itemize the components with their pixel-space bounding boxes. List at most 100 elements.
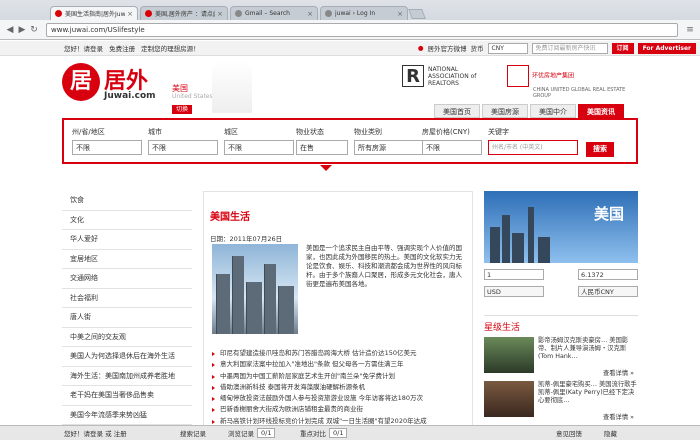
browse-history-label[interactable]: 浏览记录 <box>228 428 254 438</box>
tab-title: 美国,居外房产 ：请点此分 <box>155 11 215 18</box>
weibo-icon: ● <box>417 44 424 52</box>
weibo-link[interactable]: 居外官方微博 <box>428 43 467 53</box>
sidebar-item[interactable]: 美国今年流感季来势凶猛 <box>62 406 192 425</box>
sidebar-item[interactable]: 文化 <box>62 211 192 230</box>
subscribe-input[interactable]: 免费订阅最新房产快讯 <box>531 42 608 54</box>
from-currency-select[interactable]: USD <box>484 286 544 297</box>
juwai-logo[interactable]: 居 <box>62 63 100 101</box>
collapse-arrow-icon[interactable] <box>320 165 332 171</box>
tab-juwai-login[interactable]: juwai › Log In × <box>320 6 408 20</box>
close-icon[interactable]: × <box>397 10 403 18</box>
site-header: 居 居外 Juwai.com 美国 United States 切换 R NATI… <box>62 57 638 118</box>
city-skyline-image <box>212 244 298 334</box>
sidebar-item[interactable]: 饮食 <box>62 191 192 211</box>
article-body: 美国是一个追求民主自由平等、强调实现个人价值的国家，也因此成为外国移民的热土。美… <box>306 244 462 288</box>
realtor-logo: R NATIONAL ASSOCIATION of REALTORS <box>402 65 488 87</box>
price-select[interactable]: 不限 <box>422 140 482 155</box>
sidebar-item[interactable]: 交通网络 <box>62 269 192 289</box>
to-currency-select[interactable]: 人民币CNY <box>578 286 638 297</box>
sidebar-item[interactable]: 唐人街 <box>62 308 192 328</box>
sidebar-item[interactable]: 宜居地区 <box>62 250 192 269</box>
celebrity-item[interactable]: 影帝汤姆汉克斯卖豪房… 美国影帝、制片人兼导演汤姆・汉克斯(Tom Hank… … <box>484 337 638 377</box>
keyword-field: 关键字 州名/市名 (中英文) <box>488 127 578 155</box>
celebrity-item[interactable]: 凯蒂-佩里豪宅购买… 美国流行歌手凯蒂-佩里(Katy Perry)已经下定决心… <box>484 381 638 421</box>
subscribe-button[interactable]: 订阅 <box>611 42 634 54</box>
search-button[interactable]: 搜索 <box>586 142 614 157</box>
property-search-panel: 州/省/地区 不限 城市 不限 城区 不限 物业状态 在售 物业类别 所有房源 房屋价格(… <box>62 118 638 164</box>
reload-icon[interactable]: ↻ <box>28 25 40 35</box>
close-icon[interactable]: × <box>217 10 223 18</box>
currency-select-row: USD 人民币CNY <box>484 286 638 297</box>
nav-us-listings[interactable]: 美国房源 <box>482 104 528 118</box>
right-column: 美国 1 6.1372 USD 人民币CNY 星级生活 影帝汤姆汉克斯卖豪房… … <box>484 191 638 421</box>
news-link[interactable]: 印尼有望建造接爪哇岛和苏门答腊岛跨海大桥 估计造价达150亿美元 <box>212 348 468 359</box>
tab-title: juwai › Log In <box>335 10 376 17</box>
type-select[interactable]: 所有房源 <box>354 140 424 155</box>
browse-count: 0/1 <box>257 428 276 438</box>
news-link[interactable]: 巴新香榭丽舍大街成为欧洲店铺租金最贵的商业街 <box>212 404 468 415</box>
tab-gmail[interactable]: Gmail – Search × <box>230 6 318 20</box>
close-icon[interactable]: × <box>307 10 313 18</box>
currency-select[interactable]: CNY <box>487 42 528 54</box>
back-arrow-icon[interactable]: ◀ <box>4 25 16 35</box>
address-bar: ◀ ▶ ↻ www.juwai.com/USlifestyle ≡ <box>0 20 700 40</box>
url-input[interactable]: www.juwai.com/USlifestyle <box>46 22 678 37</box>
sidebar-item[interactable]: 华人爱好 <box>62 230 192 250</box>
sidebar-item[interactable]: 社会福利 <box>62 289 192 308</box>
city-select[interactable]: 不限 <box>148 140 218 155</box>
nav-us-agents[interactable]: 美国中介 <box>530 104 576 118</box>
switch-region-button[interactable]: 切换 <box>172 105 193 114</box>
sidebar-item[interactable]: 老干妈在美国当奢侈品售卖 <box>62 386 192 406</box>
district-select[interactable]: 不限 <box>224 140 294 155</box>
brand-sub: Juwai.com <box>104 91 156 101</box>
sidebar-item[interactable]: 中美之间的交友观 <box>62 328 192 347</box>
news-link[interactable]: 缅甸停放投资法鼓励外国人参与投资旅游业设施 今年访客将达180万次 <box>212 393 468 404</box>
nav-us-home[interactable]: 美国首页 <box>434 104 480 118</box>
sidebar-item[interactable]: 海外生活：美国南加州成养老胜地 <box>62 367 192 386</box>
tab-title: 美国生活指南|居外Juwai.co <box>65 11 126 18</box>
status-field: 物业状态 在售 <box>296 127 348 155</box>
rate-output: 6.1372 <box>578 269 638 280</box>
login-link[interactable]: 您好！请登录 <box>64 45 103 53</box>
state-select[interactable]: 不限 <box>72 140 142 155</box>
currency-converter: 1 6.1372 <box>484 269 638 280</box>
close-icon[interactable]: × <box>127 10 133 18</box>
forward-arrow-icon[interactable]: ▶ <box>16 25 28 35</box>
article-title: 美国生活 <box>210 212 250 223</box>
news-link[interactable]: 意大利国家法案中拉加入"准地出"条款 但父母各一方需住满三年 <box>212 359 468 370</box>
celebrity-house-image <box>484 381 534 417</box>
juwai-favicon-icon <box>145 10 152 17</box>
news-list: 印尼有望建造接爪哇岛和苏门答腊岛跨海大桥 估计造价达150亿美元 意大利国家法案… <box>212 348 468 427</box>
search-history-button[interactable]: 搜索记录 <box>180 428 206 438</box>
news-link[interactable]: 借助澳洲新科技 泰国将开发海藻膜油硬解析源条机 <box>212 382 468 393</box>
more-link[interactable]: 查看详情 » <box>603 412 634 421</box>
tab-juwai-lifestyle[interactable]: 美国生活指南|居外Juwai.co× <box>50 6 138 20</box>
news-link[interactable]: 中墨两国为中国工薪阶层家庭艺术生开创"南兰朵"免学费计划 <box>212 371 468 382</box>
advertiser-button[interactable]: For Advertiser <box>637 42 696 54</box>
keyword-input[interactable]: 州名/市名 (中英文) <box>488 140 578 155</box>
hide-button[interactable]: 隐藏 <box>604 428 617 438</box>
nav-us-news[interactable]: 美国资讯 <box>578 104 624 118</box>
state-field: 州/省/地区 不限 <box>72 127 142 155</box>
feedback-button[interactable]: 意见回馈 <box>556 428 582 438</box>
sidebar-item[interactable]: 美国人为何选择退休后在海外生活 <box>62 347 192 367</box>
statue-of-liberty-image <box>212 61 252 113</box>
new-tab-button[interactable] <box>408 9 426 19</box>
district-field: 城区 不限 <box>224 127 294 155</box>
page-favicon-icon <box>325 10 332 17</box>
city-field: 城市 不限 <box>148 127 218 155</box>
ugre-logo: 环优房地产集团 CHINA UNITED GLOBAL REAL ESTATE G… <box>507 65 638 99</box>
status-select[interactable]: 在售 <box>296 140 348 155</box>
menu-icon[interactable]: ≡ <box>684 25 696 35</box>
price-field: 房屋价格(CNY) 不限 <box>422 127 482 155</box>
more-link[interactable]: 查看详情 » <box>603 368 634 377</box>
tab-strip: 美国生活指南|居外Juwai.co× 美国,居外房产 ：请点此分× Gmail … <box>50 6 426 20</box>
tab-juwai-property[interactable]: 美国,居外房产 ：请点此分× <box>140 6 228 20</box>
register-link[interactable]: 免费注册 <box>109 45 135 53</box>
region-nav: 美国首页 美国房源 美国中介 美国资讯 <box>432 104 624 118</box>
celebrity-house-image <box>484 337 534 373</box>
bottom-login-link[interactable]: 您好！请登录 或 注册 <box>64 428 127 438</box>
custom-link[interactable]: 定制您的理想房源！ <box>141 45 200 53</box>
compare-label[interactable]: 重点对比 <box>300 428 326 438</box>
amount-input[interactable]: 1 <box>484 269 544 280</box>
